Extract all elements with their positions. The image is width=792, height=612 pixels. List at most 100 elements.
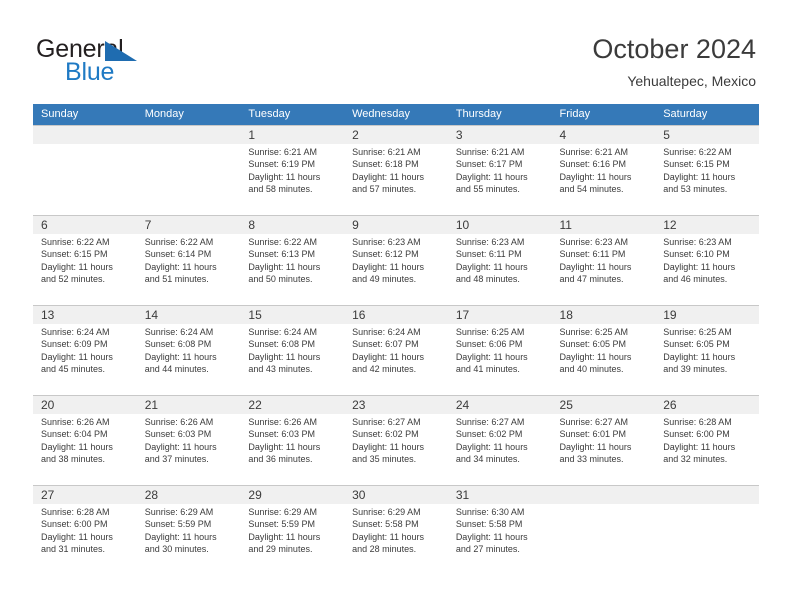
daylight-text-line2: and 49 minutes.	[352, 274, 417, 285]
day-cell[interactable]	[552, 504, 656, 575]
day-cell[interactable]: Sunrise: 6:21 AM Sunset: 6:17 PM Dayligh…	[448, 144, 552, 215]
day-number[interactable]: 3	[448, 126, 552, 144]
sunrise-text: Sunrise: 6:21 AM	[559, 147, 629, 157]
day-cell[interactable]: Sunrise: 6:24 AM Sunset: 6:07 PM Dayligh…	[344, 324, 448, 395]
daylight-text-line1: Daylight: 11 hours	[455, 531, 528, 542]
page-title: October 2024	[592, 34, 756, 64]
sunset-text: Sunset: 6:03 PM	[144, 429, 212, 440]
day-cell[interactable]	[655, 504, 759, 575]
day-number[interactable]: 20	[33, 396, 137, 414]
day-number[interactable]: 18	[552, 306, 656, 324]
day-cell[interactable]	[33, 144, 137, 215]
day-number[interactable]: 14	[137, 306, 241, 324]
day-number[interactable]: 7	[137, 216, 241, 234]
daylight-text-line1: Daylight: 11 hours	[455, 441, 528, 452]
day-number[interactable]: 16	[344, 306, 448, 324]
sunset-text: Sunset: 5:58 PM	[455, 519, 523, 530]
day-number[interactable]: 13	[33, 306, 137, 324]
day-number[interactable]: 29	[240, 486, 344, 504]
day-number[interactable]: 22	[240, 396, 344, 414]
daylight-text-line1: Daylight: 11 hours	[663, 441, 736, 452]
sunrise-text: Sunrise: 6:25 AM	[663, 327, 732, 337]
day-number[interactable]: 11	[552, 216, 656, 234]
day-cell[interactable]: Sunrise: 6:26 AM Sunset: 6:03 PM Dayligh…	[240, 414, 344, 485]
day-number[interactable]	[33, 126, 137, 144]
day-number[interactable]: 28	[137, 486, 241, 504]
day-cell[interactable]: Sunrise: 6:26 AM Sunset: 6:03 PM Dayligh…	[137, 414, 241, 485]
day-number[interactable]	[655, 486, 759, 504]
day-number[interactable]: 8	[240, 216, 344, 234]
day-cell[interactable]: Sunrise: 6:23 AM Sunset: 6:11 PM Dayligh…	[448, 234, 552, 305]
day-cell[interactable]: Sunrise: 6:22 AM Sunset: 6:14 PM Dayligh…	[137, 234, 241, 305]
sunset-text: Sunset: 6:15 PM	[663, 159, 730, 170]
daylight-text-line1: Daylight: 11 hours	[144, 531, 217, 542]
day-cell[interactable]	[137, 144, 241, 215]
day-number[interactable]: 9	[344, 216, 448, 234]
day-number[interactable]: 19	[655, 306, 759, 324]
daylight-text-line2: and 42 minutes.	[352, 364, 417, 375]
day-cell[interactable]: Sunrise: 6:29 AM Sunset: 5:59 PM Dayligh…	[240, 504, 344, 575]
day-number[interactable]: 6	[33, 216, 137, 234]
day-number[interactable]: 12	[655, 216, 759, 234]
daylight-text-line1: Daylight: 11 hours	[352, 441, 424, 452]
day-cell[interactable]: Sunrise: 6:25 AM Sunset: 6:05 PM Dayligh…	[655, 324, 759, 395]
day-cell[interactable]: Sunrise: 6:24 AM Sunset: 6:08 PM Dayligh…	[240, 324, 344, 395]
day-number[interactable]	[552, 486, 656, 504]
day-cell[interactable]: Sunrise: 6:29 AM Sunset: 5:59 PM Dayligh…	[137, 504, 241, 575]
sunset-text: Sunset: 5:59 PM	[144, 519, 212, 530]
day-cell[interactable]: Sunrise: 6:25 AM Sunset: 6:05 PM Dayligh…	[552, 324, 656, 395]
sunrise-text: Sunrise: 6:26 AM	[144, 417, 214, 427]
day-cell[interactable]: Sunrise: 6:28 AM Sunset: 6:00 PM Dayligh…	[33, 504, 137, 575]
day-number[interactable]: 30	[344, 486, 448, 504]
daylight-text-line1: Daylight: 11 hours	[352, 351, 424, 362]
sunset-text: Sunset: 6:14 PM	[144, 249, 212, 260]
day-number[interactable]	[137, 126, 241, 144]
day-number[interactable]: 26	[655, 396, 759, 414]
day-number[interactable]: 5	[655, 126, 759, 144]
daylight-text-line2: and 27 minutes.	[455, 544, 520, 555]
day-cell[interactable]: Sunrise: 6:30 AM Sunset: 5:58 PM Dayligh…	[448, 504, 552, 575]
day-cell[interactable]: Sunrise: 6:22 AM Sunset: 6:13 PM Dayligh…	[240, 234, 344, 305]
day-cell[interactable]: Sunrise: 6:21 AM Sunset: 6:18 PM Dayligh…	[344, 144, 448, 215]
week-date-bar: 20 21 22 23 24 25 26	[33, 396, 759, 414]
day-number[interactable]: 21	[137, 396, 241, 414]
day-cell[interactable]: Sunrise: 6:24 AM Sunset: 6:09 PM Dayligh…	[33, 324, 137, 395]
day-number[interactable]: 27	[33, 486, 137, 504]
title-block: October 2024 Yehualtepec, Mexico	[592, 33, 756, 91]
day-number[interactable]: 25	[552, 396, 656, 414]
day-number[interactable]: 2	[344, 126, 448, 144]
day-cell[interactable]: Sunrise: 6:23 AM Sunset: 6:12 PM Dayligh…	[344, 234, 448, 305]
day-cell[interactable]: Sunrise: 6:28 AM Sunset: 6:00 PM Dayligh…	[655, 414, 759, 485]
day-cell[interactable]: Sunrise: 6:25 AM Sunset: 6:06 PM Dayligh…	[448, 324, 552, 395]
day-cell[interactable]: Sunrise: 6:27 AM Sunset: 6:02 PM Dayligh…	[344, 414, 448, 485]
day-cell[interactable]: Sunrise: 6:22 AM Sunset: 6:15 PM Dayligh…	[655, 144, 759, 215]
day-cell[interactable]: Sunrise: 6:21 AM Sunset: 6:19 PM Dayligh…	[240, 144, 344, 215]
daylight-text-line2: and 30 minutes.	[144, 544, 209, 555]
day-number[interactable]: 31	[448, 486, 552, 504]
daylight-text-line2: and 29 minutes.	[248, 544, 313, 555]
day-number[interactable]: 23	[344, 396, 448, 414]
day-cell[interactable]: Sunrise: 6:27 AM Sunset: 6:02 PM Dayligh…	[448, 414, 552, 485]
day-number[interactable]: 10	[448, 216, 552, 234]
day-cell[interactable]: Sunrise: 6:21 AM Sunset: 6:16 PM Dayligh…	[552, 144, 656, 215]
weekday-header-wednesday: Wednesday	[352, 108, 410, 120]
daylight-text-line2: and 58 minutes.	[248, 184, 313, 195]
day-number[interactable]: 1	[240, 126, 344, 144]
day-cell[interactable]: Sunrise: 6:26 AM Sunset: 6:04 PM Dayligh…	[33, 414, 137, 485]
day-cell[interactable]: Sunrise: 6:22 AM Sunset: 6:15 PM Dayligh…	[33, 234, 137, 305]
sunrise-text: Sunrise: 6:25 AM	[455, 327, 525, 337]
day-cell[interactable]: Sunrise: 6:24 AM Sunset: 6:08 PM Dayligh…	[137, 324, 241, 395]
day-cell[interactable]: Sunrise: 6:23 AM Sunset: 6:11 PM Dayligh…	[552, 234, 656, 305]
daylight-text-line1: Daylight: 11 hours	[248, 441, 321, 452]
day-cell[interactable]: Sunrise: 6:23 AM Sunset: 6:10 PM Dayligh…	[655, 234, 759, 305]
day-number[interactable]: 24	[448, 396, 552, 414]
general-blue-logo[interactable]: General Blue	[36, 36, 256, 86]
day-number[interactable]: 15	[240, 306, 344, 324]
day-cell[interactable]: Sunrise: 6:27 AM Sunset: 6:01 PM Dayligh…	[552, 414, 656, 485]
sunset-text: Sunset: 6:02 PM	[455, 429, 523, 440]
day-cell[interactable]: Sunrise: 6:29 AM Sunset: 5:58 PM Dayligh…	[344, 504, 448, 575]
sunset-text: Sunset: 6:07 PM	[352, 339, 419, 350]
day-number[interactable]: 17	[448, 306, 552, 324]
day-number[interactable]: 4	[552, 126, 656, 144]
sunrise-text: Sunrise: 6:29 AM	[248, 507, 317, 517]
